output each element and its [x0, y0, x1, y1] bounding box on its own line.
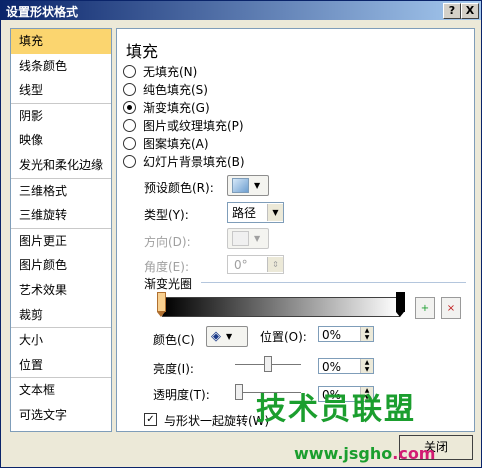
help-button[interactable]: ?	[443, 3, 461, 19]
slider-thumb[interactable]	[264, 356, 272, 372]
direction-button[interactable]: ▼	[227, 228, 269, 249]
type-select[interactable]: 路径 ▼	[227, 202, 284, 223]
sidebar-item-size[interactable]: 大小	[11, 327, 111, 353]
sidebar-item-crop[interactable]: 裁剪	[11, 303, 111, 328]
spinner-icon[interactable]: ▲ ▼	[360, 327, 373, 341]
watermark-logo: 技术员联盟	[256, 392, 416, 427]
radio-pattern-fill[interactable]: 图案填充(A)	[123, 135, 209, 152]
gradient-swatch-icon	[232, 178, 249, 193]
rotate-with-shape-label: 与形状一起旋转(W)	[164, 414, 270, 428]
panel-title: 填充	[126, 42, 159, 61]
sidebar-item-3d-format[interactable]: 三维格式	[11, 177, 111, 204]
dialog-title: 设置形状格式	[6, 5, 79, 19]
gradient-stops-label: 渐变光圈	[144, 277, 193, 291]
checkmark-icon: ✓	[146, 414, 155, 425]
radio-indicator	[123, 65, 136, 78]
radio-indicator	[123, 119, 136, 132]
sidebar-item-picture-corrections[interactable]: 图片更正	[11, 227, 111, 254]
gradient-stop-left[interactable]	[157, 292, 166, 318]
sidebar-item-reflection[interactable]: 映像	[11, 128, 111, 153]
position-value: 0%	[322, 328, 342, 342]
remove-stop-button[interactable]: ×	[441, 297, 461, 319]
sidebar-item-alt-text[interactable]: 可选文字	[11, 403, 111, 428]
sidebar-item-artistic-effects[interactable]: 艺术效果	[11, 278, 111, 303]
watermark-url-prefix: www.jsgho	[294, 444, 393, 463]
brightness-label: 亮度(I):	[153, 362, 194, 376]
sidebar-item-glow-soft-edges[interactable]: 发光和柔化边缘	[11, 153, 111, 178]
close-icon[interactable]: X	[461, 3, 479, 19]
preset-colors-button[interactable]: ▼	[227, 175, 269, 196]
spinner-icon: ⇕	[267, 257, 283, 272]
add-stop-icon: +	[420, 302, 430, 314]
category-list: 填充 线条颜色 线型 阴影 映像 发光和柔化边缘 三维格式 三维旋转 图片更正 …	[10, 28, 112, 432]
position-input[interactable]: 0% ▲ ▼	[318, 326, 374, 342]
brightness-value: 0%	[322, 360, 342, 374]
dropdown-arrow-icon: ▼	[254, 234, 261, 243]
radio-picture-texture-fill[interactable]: 图片或纹理填充(P)	[123, 117, 244, 134]
direction-swatch-icon	[232, 231, 249, 246]
gradient-stop-right[interactable]	[396, 292, 405, 318]
color-label: 颜色(C)	[153, 333, 195, 347]
dropdown-arrow-icon: ▼	[226, 332, 233, 341]
title-bar[interactable]: 设置形状格式 ? X	[1, 1, 481, 20]
dropdown-arrow-icon: ▼	[254, 181, 261, 190]
watermark-url-suffix: .com	[392, 444, 436, 463]
section-divider	[201, 282, 466, 283]
sidebar-item-fill[interactable]: 填充	[11, 29, 111, 54]
watermark-url: www.jsgho.com	[294, 444, 435, 463]
radio-label: 图案填充(A)	[143, 137, 209, 151]
radio-no-fill[interactable]: 无填充(N)	[123, 63, 197, 80]
radio-gradient-fill[interactable]: 渐变填充(G)	[123, 99, 210, 116]
sidebar-item-3d-rotation[interactable]: 三维旋转	[11, 203, 111, 228]
sidebar-item-text-box[interactable]: 文本框	[11, 377, 111, 403]
angle-value: 0°	[234, 257, 248, 272]
dropdown-arrow-icon: ▼	[267, 204, 283, 221]
direction-label: 方向(D):	[144, 235, 191, 249]
radio-label: 渐变填充(G)	[143, 101, 210, 115]
brightness-input[interactable]: 0% ▲ ▼	[318, 358, 374, 374]
radio-label: 幻灯片背景填充(B)	[143, 155, 245, 169]
radio-slide-background-fill[interactable]: 幻灯片背景填充(B)	[123, 153, 245, 170]
color-button[interactable]: ◈ ▼	[206, 326, 248, 347]
rotate-with-shape-checkbox[interactable]: ✓	[144, 413, 157, 426]
angle-input[interactable]: 0° ⇕	[227, 255, 284, 274]
sidebar-item-line-style[interactable]: 线型	[11, 78, 111, 103]
slider-thumb[interactable]	[235, 384, 243, 400]
radio-indicator	[123, 83, 136, 96]
brightness-slider[interactable]	[235, 356, 301, 373]
radio-label: 图片或纹理填充(P)	[143, 119, 244, 133]
sidebar-item-shadow[interactable]: 阴影	[11, 102, 111, 129]
angle-label: 角度(E):	[144, 260, 189, 274]
type-value: 路径	[232, 206, 257, 220]
paint-bucket-icon: ◈	[211, 329, 221, 344]
sidebar-item-picture-color[interactable]: 图片颜色	[11, 253, 111, 278]
radio-indicator	[123, 155, 136, 168]
remove-stop-icon: ×	[446, 302, 456, 314]
preset-colors-label: 预设颜色(R):	[144, 181, 214, 195]
add-stop-button[interactable]: +	[415, 297, 435, 319]
type-label: 类型(Y):	[144, 208, 189, 222]
spinner-icon[interactable]: ▲ ▼	[360, 359, 373, 373]
transparency-label: 透明度(T):	[153, 388, 210, 402]
sidebar-item-position[interactable]: 位置	[11, 353, 111, 378]
position-label: 位置(O):	[260, 330, 307, 344]
radio-solid-fill[interactable]: 纯色填充(S)	[123, 81, 208, 98]
radio-label: 无填充(N)	[143, 65, 198, 79]
gradient-stops-bar[interactable]	[162, 297, 400, 317]
fill-panel: 填充 无填充(N) 纯色填充(S) 渐变填充(G) 图片或纹理填充(P) 图案填…	[116, 28, 475, 432]
format-shape-dialog: 设置形状格式 ? X 填充 线条颜色 线型 阴影 映像 发光和柔化边缘 三维格式…	[0, 0, 482, 468]
radio-indicator	[123, 101, 136, 114]
radio-label: 纯色填充(S)	[143, 83, 208, 97]
sidebar-item-line-color[interactable]: 线条颜色	[11, 54, 111, 79]
radio-indicator	[123, 137, 136, 150]
